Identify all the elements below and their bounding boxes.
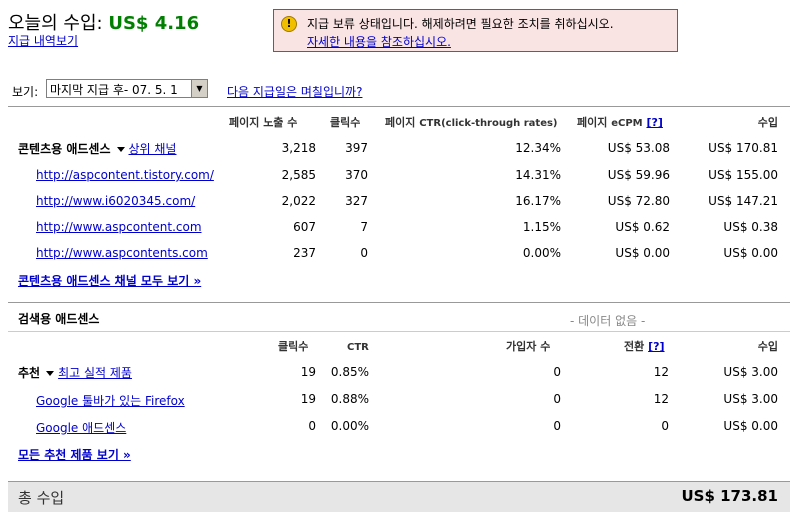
top-channels-link[interactable]: 상위 채널	[129, 142, 177, 156]
content-adsense-row: 콘텐츠용 애드센스 상위 채널	[18, 140, 176, 157]
table-cell: US$ 59.96	[607, 168, 670, 182]
table-cell: 1.15%	[522, 220, 561, 234]
table-cell: US$ 0.00	[723, 246, 778, 260]
no-data-text: - 데이터 없음 -	[570, 314, 646, 328]
table-cell: 0.00%	[330, 419, 369, 433]
today-earnings-amount: US$ 4.16	[108, 13, 200, 34]
table-cell: 237	[293, 246, 316, 260]
dropdown-arrow-icon[interactable]: ▼	[191, 80, 207, 97]
table-cell: US$ 0.62	[615, 220, 670, 234]
table-cell: 0	[661, 419, 669, 433]
channel-url-link[interactable]: http://aspcontent.tistory.com/	[36, 168, 214, 182]
table-cell: 0	[553, 419, 561, 433]
table-cell: 14.31%	[515, 168, 561, 182]
col-referral-clicks: 클릭수	[278, 340, 309, 353]
product-link[interactable]: Google 툴바가 있는 Firefox	[36, 392, 185, 409]
divider	[8, 302, 790, 303]
col-conversions: 전환 [?]	[624, 340, 665, 353]
payment-hold-warning: ! 지급 보류 상태입니다. 해제하려면 필요한 조치를 취하십시오. 자세한 …	[273, 9, 678, 52]
table-cell: 16.17%	[515, 194, 561, 208]
table-cell: 0	[553, 392, 561, 406]
content-impressions: 3,218	[281, 141, 316, 155]
table-cell: 327	[345, 194, 368, 208]
period-select[interactable]: 마지막 지급 후- 07. 5. 1 ▼	[46, 79, 208, 98]
dropdown-triangle-icon[interactable]	[116, 146, 125, 152]
col-referral-earnings: 수입	[757, 340, 778, 353]
table-cell: 2,022	[281, 194, 316, 208]
col-clicks: 클릭수	[330, 116, 361, 129]
warning-details-link[interactable]: 자세한 내용을 참조하십시오.	[307, 33, 451, 50]
next-payment-link[interactable]: 다음 지급일은 며칠입니까?	[227, 83, 362, 100]
content-earnings: US$ 170.81	[708, 141, 778, 155]
table-cell: 0	[308, 419, 316, 433]
divider	[8, 106, 790, 107]
payment-history-link[interactable]: 지급 내역보기	[8, 32, 78, 49]
table-cell: US$ 72.80	[607, 194, 670, 208]
col-impressions: 페이지 노출 수	[229, 116, 298, 129]
table-cell: 19	[300, 392, 316, 406]
table-cell: US$ 0.00	[723, 419, 778, 433]
table-cell: 0	[360, 246, 368, 260]
divider	[8, 331, 790, 332]
total-earnings-value: US$ 173.81	[681, 487, 778, 505]
content-clicks: 397	[345, 141, 368, 155]
view-label: 보기:	[12, 85, 39, 99]
dropdown-triangle-icon[interactable]	[46, 370, 55, 376]
all-referral-products-link[interactable]: 모든 추천 제품 보기 »	[18, 446, 131, 463]
table-cell: US$ 0.00	[615, 246, 670, 260]
total-earnings-bar: 총 수입 US$ 173.81	[8, 481, 790, 512]
col-earnings: 수입	[757, 116, 778, 129]
table-cell: US$ 147.21	[708, 194, 778, 208]
product-link[interactable]: Google 애드센스	[36, 419, 126, 436]
referral-clicks: 19	[300, 365, 316, 379]
channel-url-link[interactable]: http://www.aspcontent.com	[36, 220, 202, 234]
table-cell: US$ 3.00	[723, 392, 778, 406]
col-ctr: 페이지 CTR(click-through rates)	[385, 116, 558, 129]
table-cell: US$ 0.38	[723, 220, 778, 234]
channel-url-link[interactable]: http://www.i6020345.com/	[36, 194, 195, 208]
table-cell: 0.00%	[522, 246, 561, 260]
table-cell: 7	[360, 220, 368, 234]
table-cell: 2,585	[281, 168, 316, 182]
table-cell: 12	[653, 392, 669, 406]
table-cell: 607	[293, 220, 316, 234]
search-adsense-label: 검색용 애드센스	[18, 312, 100, 326]
ecpm-help-link[interactable]: [?]	[646, 116, 662, 129]
col-ecpm: 페이지 eCPM [?]	[577, 116, 663, 129]
conversions-help-link[interactable]: [?]	[648, 340, 664, 353]
table-cell: 370	[345, 168, 368, 182]
channel-url-link[interactable]: http://www.aspcontents.com	[36, 246, 208, 260]
today-earnings-label: 오늘의 수입:	[8, 13, 103, 34]
content-ctr: 12.34%	[515, 141, 561, 155]
col-referral-ctr: CTR	[347, 342, 369, 353]
all-content-channels-link[interactable]: 콘텐츠용 애드센스 채널 모두 보기 »	[18, 272, 201, 289]
warning-text: 지급 보류 상태입니다. 해제하려면 필요한 조치를 취하십시오.	[307, 17, 614, 31]
content-adsense-label: 콘텐츠용 애드센스	[18, 142, 111, 156]
total-earnings-label: 총 수입	[18, 489, 65, 507]
content-ecpm: US$ 53.08	[607, 141, 670, 155]
col-signups: 가입자 수	[506, 340, 551, 353]
exclamation-icon: !	[281, 16, 297, 32]
referral-signups: 0	[553, 365, 561, 379]
referral-conversions: 12	[653, 365, 669, 379]
referral-label: 추천	[18, 366, 41, 380]
referral-ctr: 0.85%	[330, 365, 369, 379]
referral-row: 추천 최고 실적 제품	[18, 364, 132, 381]
period-select-value: 마지막 지급 후- 07. 5. 1	[50, 83, 178, 97]
referral-earnings: US$ 3.00	[723, 365, 778, 379]
table-cell: 0.88%	[330, 392, 369, 406]
table-cell: US$ 155.00	[708, 168, 778, 182]
top-products-link[interactable]: 최고 실적 제품	[58, 366, 132, 380]
